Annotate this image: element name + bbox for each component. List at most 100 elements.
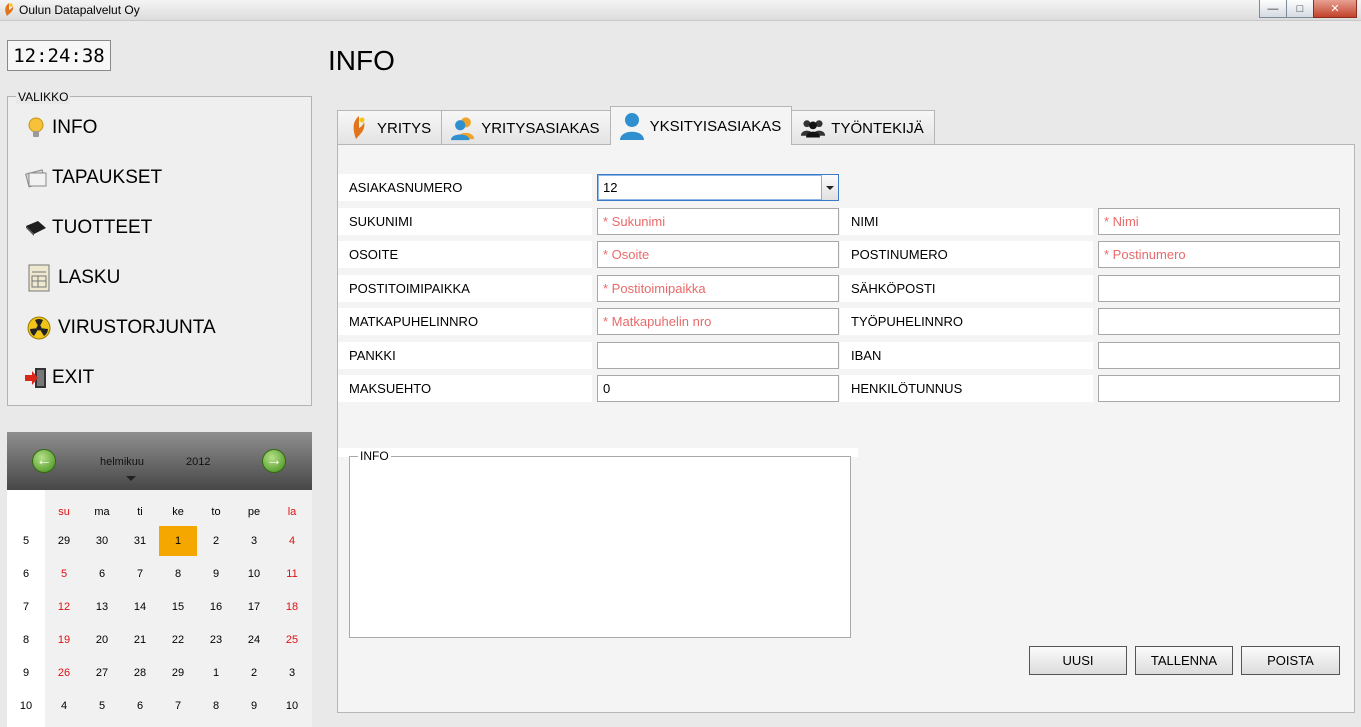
calendar-day[interactable]: 6 [83,559,121,589]
tab-tyontekija[interactable]: TYÖNTEKIJÄ [791,110,935,145]
month-dropdown-icon[interactable] [126,476,136,481]
calendar-day[interactable]: 8 [159,559,197,589]
calendar-day[interactable]: 27 [83,658,121,688]
calendar-day[interactable]: 25 [273,625,311,655]
tab-label: YKSITYISASIAKAS [649,117,782,135]
calendar-day[interactable]: 4 [45,691,83,721]
label-postitoimipaikka: POSTITOIMIPAIKKA [338,275,592,302]
day-of-week-header: la [287,506,297,518]
calendar-day[interactable]: 7 [121,559,159,589]
day-of-week-header: to [211,506,221,518]
prev-month-button[interactable]: ← [33,450,55,472]
nimi-field[interactable]: * Nimi [1098,208,1340,235]
menu-item-info[interactable]: INFO [24,114,97,142]
papers-icon [24,166,48,190]
menu-item-label: INFO [52,117,98,138]
calendar-month[interactable]: helmikuu [100,456,144,468]
calendar-day[interactable]: 26 [45,658,83,688]
new-button[interactable]: UUSI [1029,646,1127,675]
calendar-day[interactable]: 21 [121,625,159,655]
postinumero-field[interactable]: * Postinumero [1098,241,1340,268]
calendar-day[interactable]: 5 [83,691,121,721]
label-tyopuhelinnro: TYÖPUHELINNRO [840,308,1093,335]
sahkoposti-field[interactable] [1098,275,1340,302]
calendar-day[interactable]: 1 [197,658,235,688]
calendar-day[interactable]: 14 [121,592,159,622]
day-of-week-header: pe [247,506,261,518]
maximize-button[interactable]: □ [1286,0,1314,18]
postitoimipaikka-field[interactable]: * Postitoimipaikka [597,275,839,302]
calendar-day[interactable]: 10 [273,691,311,721]
calendar-day[interactable]: 29 [159,658,197,688]
calendar-day[interactable]: 10 [235,559,273,589]
tab-yritys[interactable]: YRITYS [337,110,443,145]
calendar-day[interactable]: 13 [83,592,121,622]
calendar-day[interactable]: 11 [273,559,311,589]
menu-item-tapaukset[interactable]: TAPAUKSET [24,164,162,192]
lightbulb-icon [24,116,48,140]
iban-field[interactable] [1098,342,1340,369]
calendar-day[interactable]: 30 [83,526,121,556]
calendar: ← helmikuu 2012 → su ma ti ke to pe la 5 29 30 31 1… [7,432,312,727]
calendar-day[interactable]: 16 [197,592,235,622]
menu-item-exit[interactable]: EXIT [24,364,94,392]
calendar-day[interactable]: 9 [235,691,273,721]
chevron-down-icon[interactable] [821,175,838,200]
close-button[interactable]: ✕ [1313,0,1357,18]
calendar-day[interactable]: 1 [159,526,197,556]
calendar-day[interactable]: 20 [83,625,121,655]
employees-icon [800,115,826,141]
calendar-day[interactable]: 23 [197,625,235,655]
calendar-day[interactable]: 6 [121,691,159,721]
calendar-day[interactable]: 29 [45,526,83,556]
week-number: 5 [22,535,30,547]
calendar-day[interactable]: 31 [121,526,159,556]
calendar-day[interactable]: 24 [235,625,273,655]
calendar-day[interactable]: 2 [197,526,235,556]
calendar-day[interactable]: 18 [273,592,311,622]
calendar-day[interactable]: 7 [159,691,197,721]
week-number: 8 [22,634,30,646]
calendar-header: ← helmikuu 2012 → [7,432,312,490]
osoite-field[interactable]: * Osoite [597,241,839,268]
maksuehto-field[interactable]: 0 [597,375,839,402]
calendar-day[interactable]: 22 [159,625,197,655]
business-customer-icon [450,115,476,141]
calendar-year[interactable]: 2012 [186,456,210,468]
label-nimi: NIMI [840,208,1093,235]
next-month-button[interactable]: → [263,450,285,472]
menu-item-lasku[interactable]: LASKU [24,264,120,292]
tyopuhelinnro-field[interactable] [1098,308,1340,335]
info-textarea[interactable]: INFO [349,449,851,638]
sukunimi-field[interactable]: * Sukunimi [597,208,839,235]
calendar-day[interactable]: 12 [45,592,83,622]
calendar-day[interactable]: 5 [45,559,83,589]
matkapuhelinnro-field[interactable]: * Matkapuhelin nro [597,308,839,335]
calendar-day[interactable]: 8 [197,691,235,721]
minimize-button[interactable]: — [1259,0,1287,18]
calendar-day[interactable]: 3 [235,526,273,556]
day-of-week-header: ma [94,506,110,518]
calendar-day[interactable]: 17 [235,592,273,622]
page-title: INFO [328,45,395,76]
delete-button[interactable]: POISTA [1241,646,1340,675]
tab-yksityisasiakas[interactable]: YKSITYISASIAKAS [609,106,793,145]
pankki-field[interactable] [597,342,839,369]
menu-item-tuotteet[interactable]: TUOTTEET [24,214,152,242]
tab-yritysasiakas[interactable]: YRITYSASIAKAS [441,110,611,145]
asiakasnumero-combobox[interactable]: 12 [597,174,839,201]
day-of-week-header: ti [137,506,143,518]
calendar-day[interactable]: 3 [273,658,311,688]
menu-item-label: EXIT [52,367,95,388]
week-number: 10 [19,700,33,712]
menu-legend: VALIKKO [16,90,71,104]
calendar-day[interactable]: 2 [235,658,273,688]
calendar-day[interactable]: 4 [273,526,311,556]
menu-item-virustorjunta[interactable]: VIRUSTORJUNTA [24,314,216,342]
save-button[interactable]: TALLENNA [1135,646,1233,675]
calendar-day[interactable]: 9 [197,559,235,589]
henkilotunnus-field[interactable] [1098,375,1340,402]
calendar-day[interactable]: 19 [45,625,83,655]
calendar-day[interactable]: 15 [159,592,197,622]
calendar-day[interactable]: 28 [121,658,159,688]
